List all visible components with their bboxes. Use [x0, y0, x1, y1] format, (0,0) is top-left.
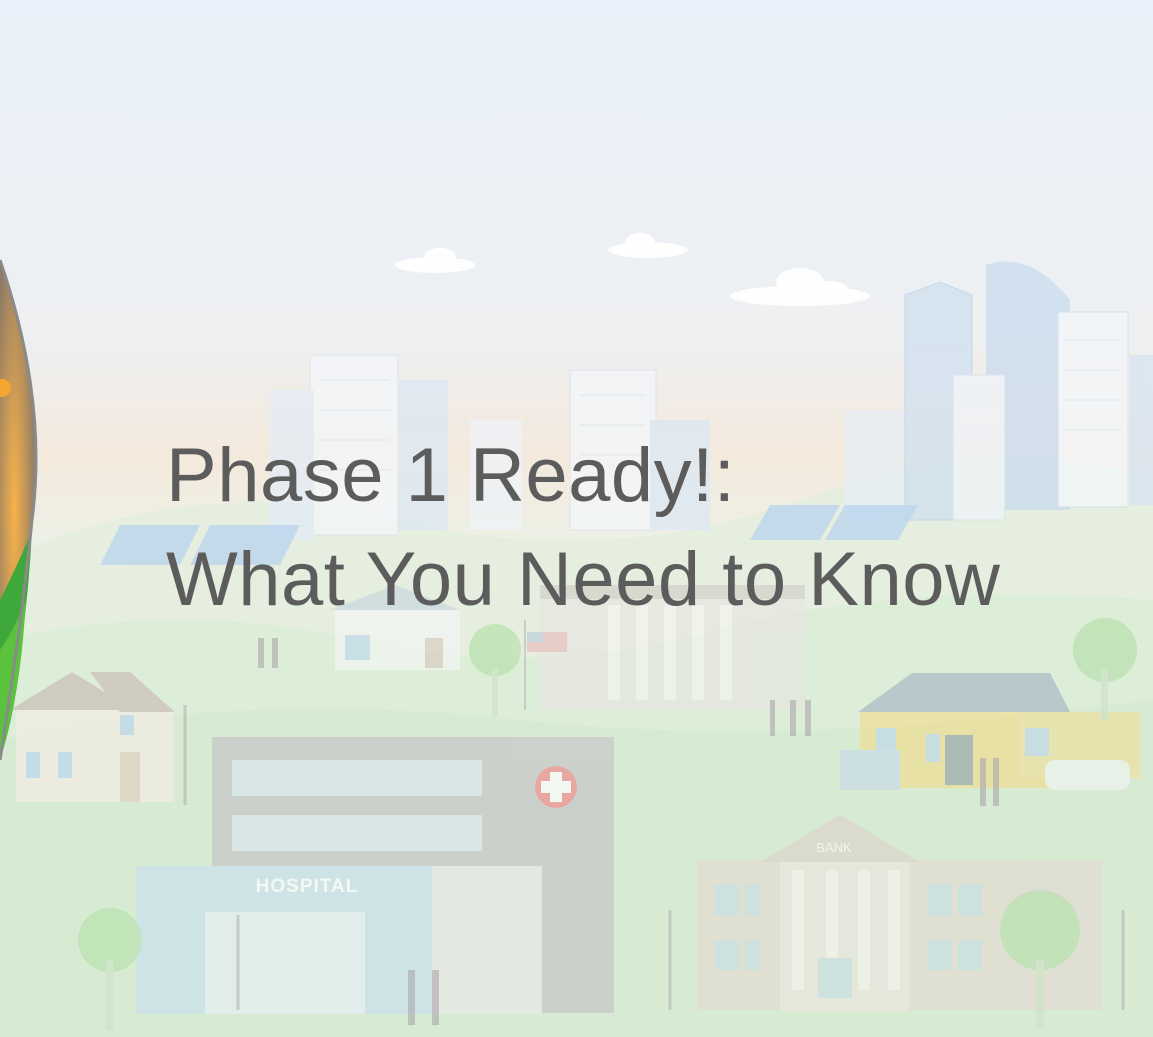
title-line-1: Phase 1 Ready!:: [166, 433, 736, 518]
title-slide: HOSPITAL BANK Phase 1 Ready!: What You N…: [0, 0, 1153, 1037]
title-line-2: What You Need to Know: [166, 537, 1001, 622]
hospital-sign: HOSPITAL: [256, 876, 359, 897]
bank-sign: BANK: [816, 840, 852, 855]
slide-title: Phase 1 Ready!: What You Need to Know: [166, 424, 1126, 632]
